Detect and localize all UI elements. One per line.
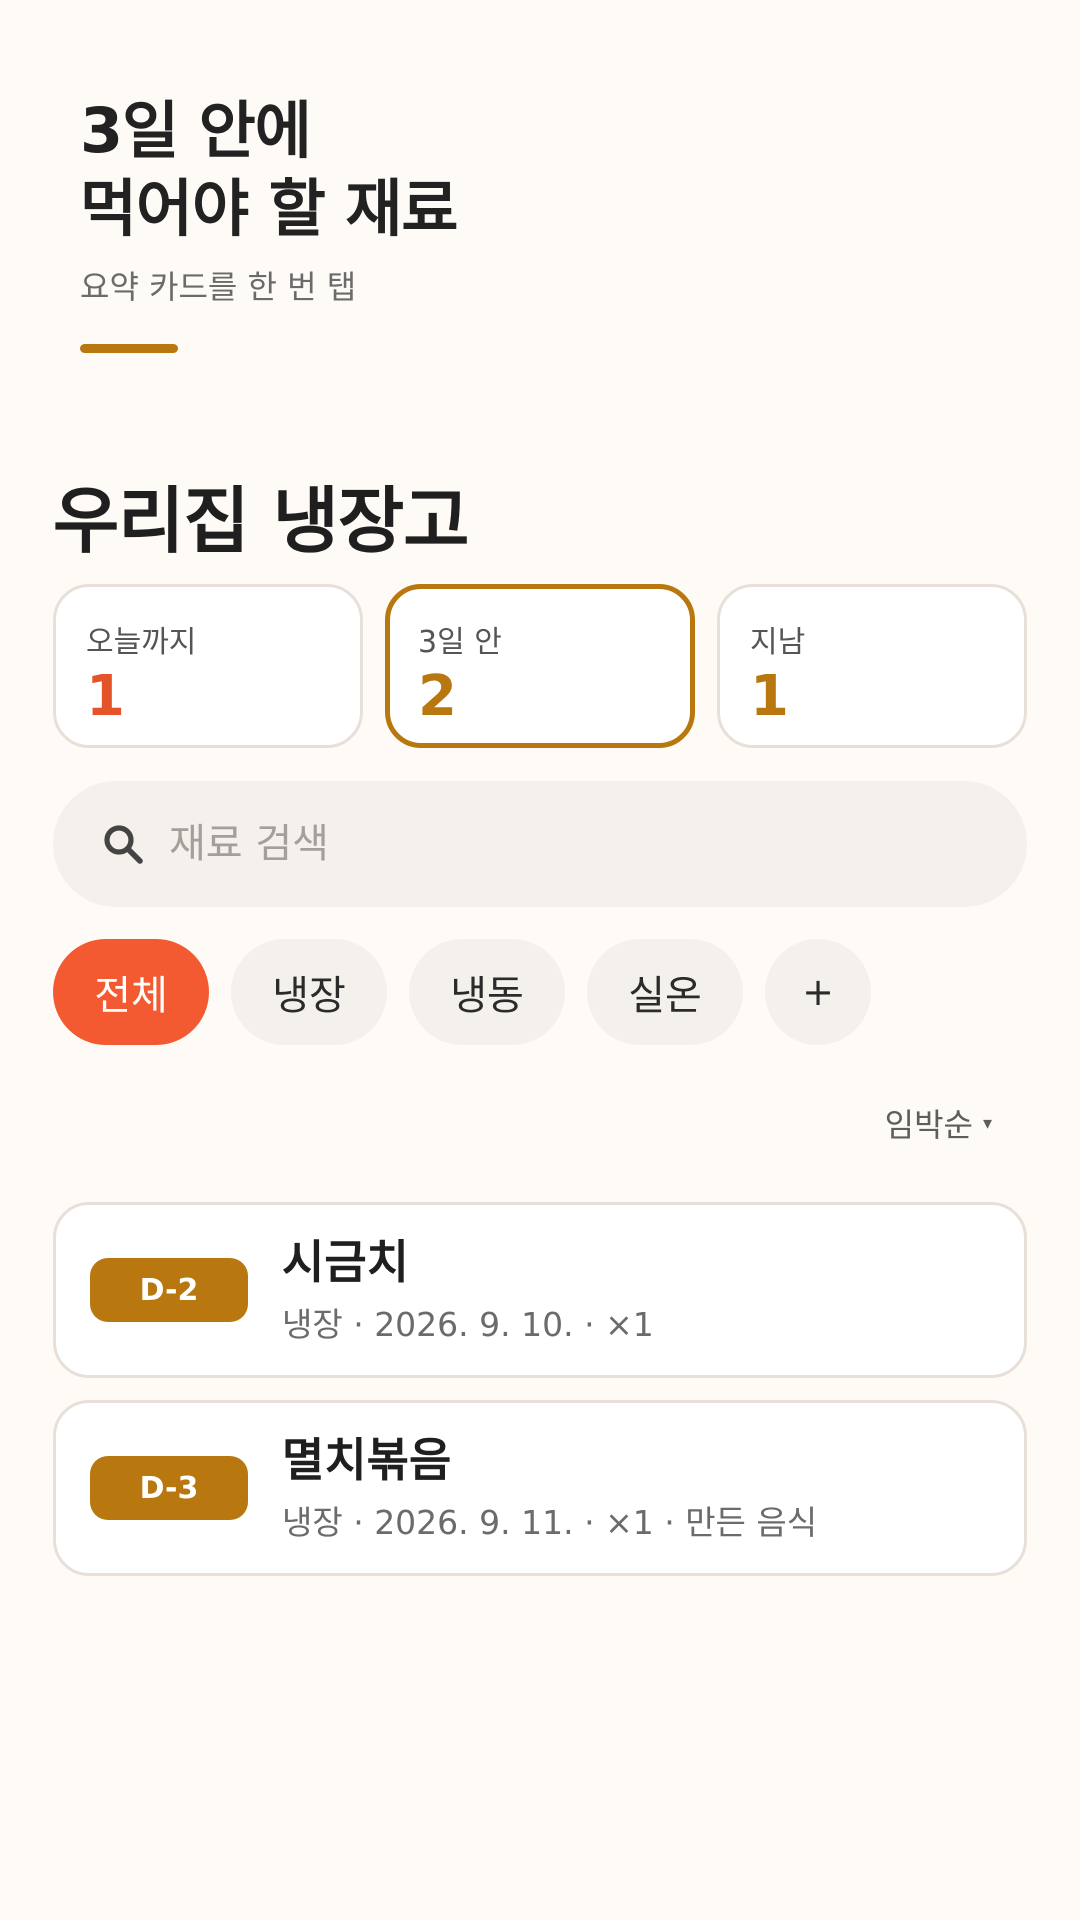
item-meta: 냉장 · 2026. 9. 10. · ×1 bbox=[282, 1305, 654, 1344]
summary-card-expired[interactable]: 지남 1 bbox=[717, 584, 1027, 748]
dday-badge: D-3 bbox=[90, 1456, 248, 1520]
sort-label: 임박순 bbox=[884, 1106, 973, 1144]
hint-title: 3일 안에 먹어야 할 재료 bbox=[80, 92, 458, 248]
caret-down-icon: ▾ bbox=[982, 1112, 992, 1134]
dday-badge: D-2 bbox=[90, 1258, 248, 1322]
summary-cards: 오늘까지 1 3일 안 2 지남 1 bbox=[53, 584, 1027, 748]
hint-title-line2: 먹어야 할 재료 bbox=[80, 172, 458, 245]
summary-card-today[interactable]: 오늘까지 1 bbox=[53, 584, 363, 748]
item-name: 시금치 bbox=[282, 1235, 409, 1289]
sort-dropdown[interactable]: 임박순 ▾ bbox=[885, 1100, 992, 1146]
search-icon bbox=[104, 825, 143, 864]
summary-card-label: 오늘까지 bbox=[86, 625, 197, 660]
ingredient-list: D-2 시금치 냉장 · 2026. 9. 10. · ×1 D-3 멸치볶음 … bbox=[53, 1202, 1027, 1598]
summary-card-count: 1 bbox=[86, 664, 125, 729]
item-text: 시금치 냉장 · 2026. 9. 10. · ×1 bbox=[282, 1234, 654, 1346]
chip-room-temp[interactable]: 실온 bbox=[587, 939, 743, 1045]
chip-all[interactable]: 전체 bbox=[53, 939, 209, 1045]
summary-card-count: 1 bbox=[750, 664, 789, 729]
item-text: 멸치볶음 냉장 · 2026. 9. 11. · ×1 · 만든 음식 bbox=[282, 1432, 817, 1544]
page-title: 우리집 냉장고 bbox=[53, 479, 470, 563]
item-meta: 냉장 · 2026. 9. 11. · ×1 · 만든 음식 bbox=[282, 1503, 818, 1542]
item-name: 멸치볶음 bbox=[282, 1433, 452, 1487]
summary-card-label: 지남 bbox=[750, 625, 806, 660]
list-item[interactable]: D-2 시금치 냉장 · 2026. 9. 10. · ×1 bbox=[53, 1202, 1027, 1378]
hint-banner: 3일 안에 먹어야 할 재료 요약 카드를 한 번 탭 bbox=[80, 92, 458, 308]
app-screen: 3일 안에 먹어야 할 재료 요약 카드를 한 번 탭 우리집 냉장고 오늘까지… bbox=[0, 0, 1080, 1920]
hint-accent-bar bbox=[80, 344, 178, 353]
search-input[interactable] bbox=[169, 821, 929, 867]
summary-card-3days[interactable]: 3일 안 2 bbox=[385, 584, 695, 748]
add-location-button[interactable]: + bbox=[765, 939, 871, 1045]
summary-card-label: 3일 안 bbox=[418, 625, 502, 660]
hint-subtitle: 요약 카드를 한 번 탭 bbox=[80, 268, 357, 306]
hint-title-line1: 3일 안에 bbox=[80, 94, 312, 167]
filter-chips: 전체 냉장 냉동 실온 + bbox=[53, 939, 871, 1045]
chip-freezer[interactable]: 냉동 bbox=[409, 939, 565, 1045]
list-item[interactable]: D-3 멸치볶음 냉장 · 2026. 9. 11. · ×1 · 만든 음식 bbox=[53, 1400, 1027, 1576]
summary-card-count: 2 bbox=[418, 664, 457, 729]
search-bar[interactable] bbox=[53, 781, 1027, 907]
chip-fridge[interactable]: 냉장 bbox=[231, 939, 387, 1045]
